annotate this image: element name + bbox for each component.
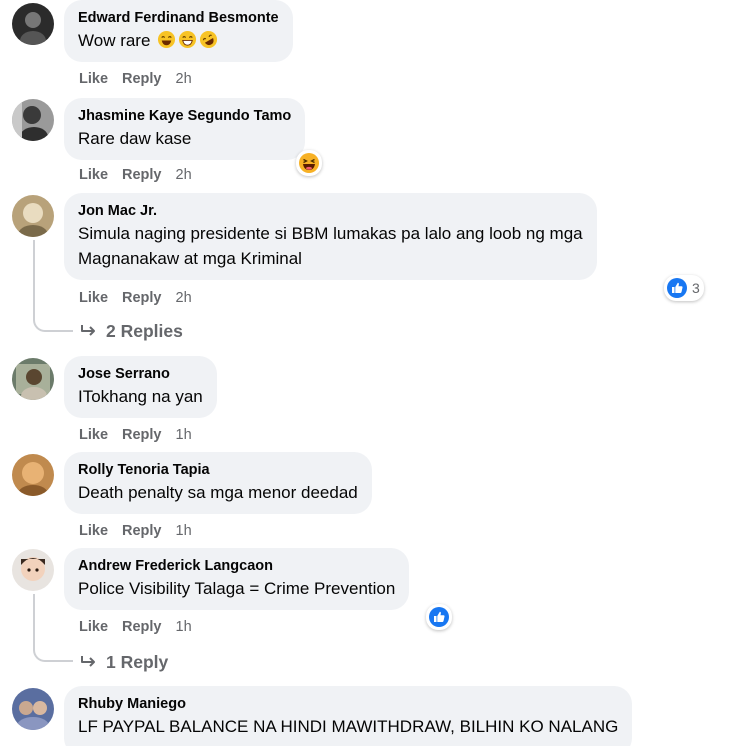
reply-button[interactable]: Reply [122, 289, 162, 307]
reply-button[interactable]: Reply [122, 70, 162, 88]
haha-reaction-icon [299, 153, 319, 173]
avatar[interactable] [12, 549, 54, 591]
comment-bubble: Rhuby Maniego LF PAYPAL BALANCE NA HINDI… [64, 686, 633, 746]
timestamp[interactable]: 1h [176, 618, 192, 636]
replies-label: 1 Reply [106, 652, 169, 672]
comment-author[interactable]: Edward Ferdinand Besmonte [78, 8, 279, 28]
avatar[interactable] [12, 688, 54, 730]
reply-button[interactable]: Reply [122, 522, 162, 540]
like-button[interactable]: Like [79, 618, 108, 636]
replies-label: 2 Replies [106, 321, 183, 341]
thread-connector [33, 594, 73, 662]
like-button[interactable]: Like [79, 522, 108, 540]
comment-actions: Like Reply 1h [79, 618, 192, 636]
comment-text: Death penalty sa mga menor deedad [78, 483, 358, 502]
laughing-emoji-icon [158, 30, 176, 49]
like-button[interactable]: Like [79, 426, 108, 444]
comment-actions: Like Reply 2h [79, 166, 192, 184]
avatar[interactable] [12, 195, 54, 237]
avatar[interactable] [12, 454, 54, 496]
timestamp[interactable]: 1h [176, 426, 192, 444]
comment-author[interactable]: Rolly Tenoria Tapia [78, 460, 358, 480]
comment-author[interactable]: Rhuby Maniego [78, 694, 618, 714]
comment-text: Rare daw kase [78, 129, 192, 148]
comment-author[interactable]: Jon Mac Jr. [78, 201, 583, 221]
timestamp[interactable]: 2h [176, 289, 192, 307]
view-replies-button[interactable]: 1 Reply [80, 651, 168, 673]
reply-button[interactable]: Reply [122, 618, 162, 636]
comment-actions: Like Reply 1h [79, 522, 192, 540]
like-button[interactable]: Like [79, 166, 108, 184]
avatar[interactable] [12, 99, 54, 141]
comment-actions: Like Reply 2h [79, 70, 192, 88]
comment-text: Wow rare [78, 28, 279, 53]
comment-author[interactable]: Jhasmine Kaye Segundo Tamo [78, 106, 291, 126]
reaction-badge[interactable] [296, 150, 322, 176]
timestamp[interactable]: 1h [176, 522, 192, 540]
comment-text: Magnanakaw at mga Kriminal [78, 249, 302, 268]
grinning-emoji-icon [179, 30, 197, 49]
reaction-badge[interactable]: 3 [664, 275, 704, 301]
reaction-count: 3 [692, 280, 700, 296]
comment-text: ITokhang na yan [78, 387, 203, 406]
comment-bubble: Rolly Tenoria Tapia Death penalty sa mga… [64, 452, 372, 514]
avatar[interactable] [12, 358, 54, 400]
comment-bubble: Jhasmine Kaye Segundo Tamo Rare daw kase [64, 98, 306, 160]
comment-bubble: Andrew Frederick Langcaon Police Visibil… [64, 548, 410, 610]
avatar[interactable] [12, 3, 54, 45]
comment-author[interactable]: Jose Serrano [78, 364, 203, 384]
view-replies-button[interactable]: 2 Replies [80, 320, 183, 342]
timestamp[interactable]: 2h [176, 166, 192, 184]
timestamp[interactable]: 2h [176, 70, 192, 88]
like-reaction-icon [429, 607, 449, 627]
reply-button[interactable]: Reply [122, 426, 162, 444]
comment-actions: Like Reply 2h [79, 289, 192, 307]
comment-bubble: Edward Ferdinand Besmonte Wow rare [64, 0, 293, 62]
like-button[interactable]: Like [79, 70, 108, 88]
comment-text: Police Visibility Talaga = Crime Prevent… [78, 579, 396, 598]
reaction-badge[interactable] [426, 604, 452, 630]
comment-text: Simula naging presidente si BBM lumakas … [78, 224, 583, 243]
comment-text: LF PAYPAL BALANCE NA HINDI MAWITHDRAW, B… [78, 717, 619, 736]
comment-bubble: Jose Serrano ITokhang na yan [64, 356, 217, 418]
reply-button[interactable]: Reply [122, 166, 162, 184]
comment-author[interactable]: Andrew Frederick Langcaon [78, 556, 395, 576]
reply-arrow-icon [81, 325, 95, 336]
like-button[interactable]: Like [79, 289, 108, 307]
reply-arrow-icon [81, 656, 95, 667]
rofl-emoji-icon [200, 30, 218, 49]
like-reaction-icon [667, 278, 687, 298]
comment-bubble: Jon Mac Jr. Simula naging presidente si … [64, 193, 597, 280]
comment-actions: Like Reply 1h [79, 426, 192, 444]
